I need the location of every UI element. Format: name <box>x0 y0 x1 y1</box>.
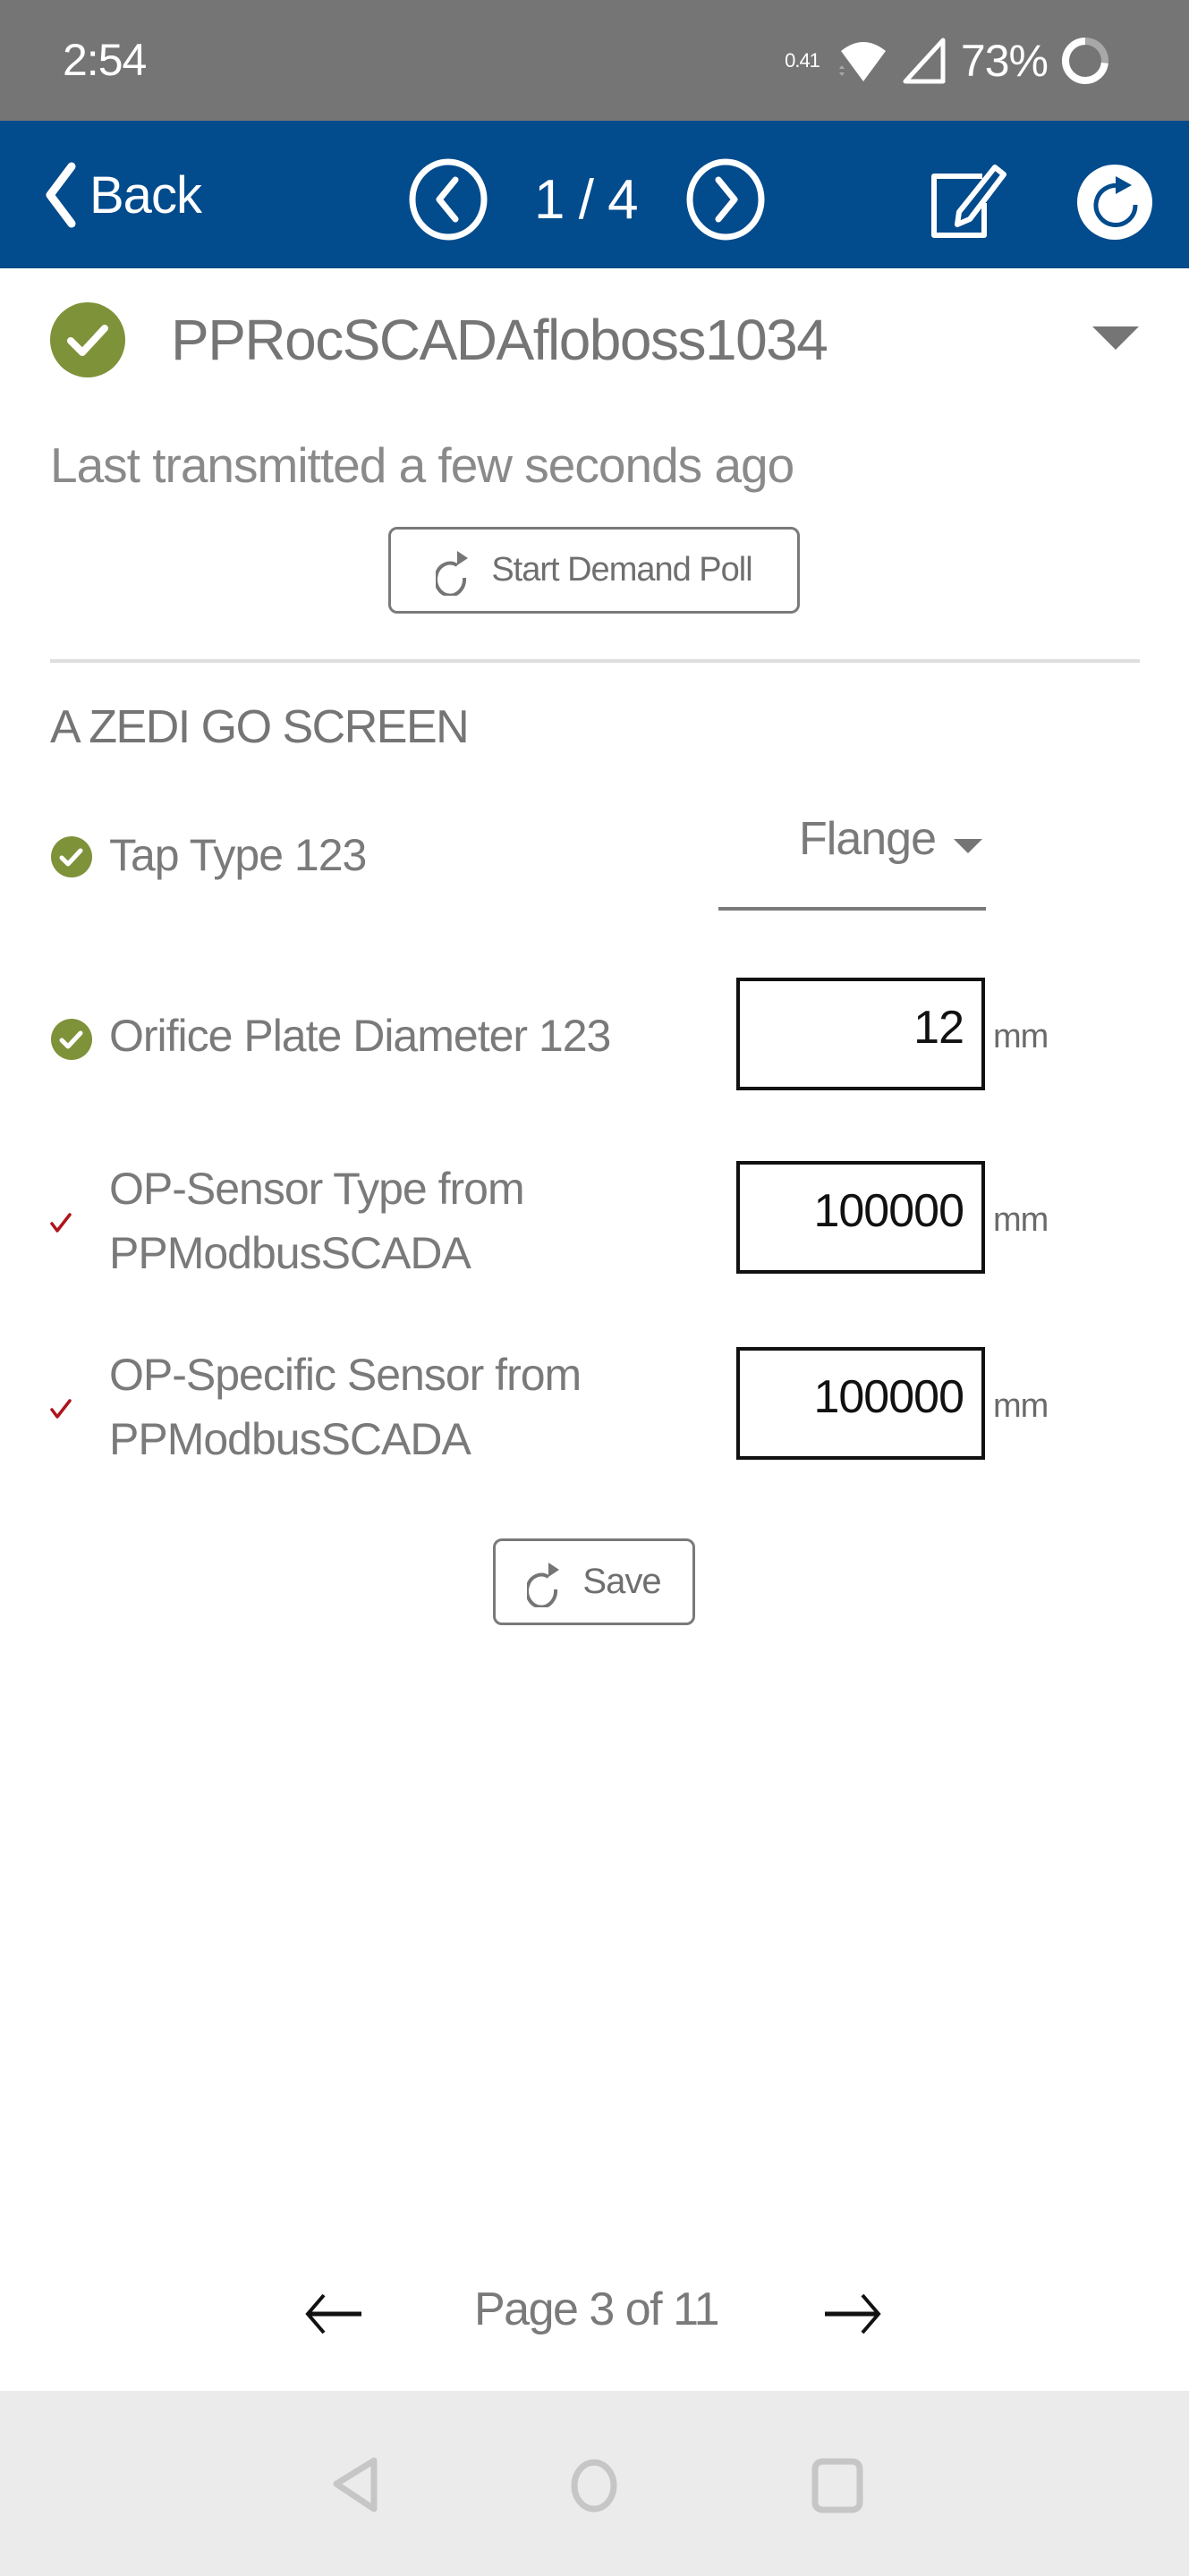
refresh-icon <box>1077 165 1152 240</box>
back-label: Back <box>89 165 202 225</box>
label-line-1: OP-Specific Sensor from <box>109 1350 582 1400</box>
chevron-down-icon <box>954 839 982 853</box>
status-time: 2:54 <box>63 35 147 85</box>
field-label-tap-type: Tap Type 123 <box>109 830 367 880</box>
unit-label: mm <box>993 1387 1049 1425</box>
refresh-icon <box>527 1562 560 1607</box>
battery-ring-icon <box>1062 38 1108 84</box>
arrow-right-icon[interactable] <box>821 2292 884 2336</box>
pending-check-icon <box>50 1213 72 1233</box>
back-button[interactable]: Back <box>43 157 202 233</box>
unit-label: mm <box>993 1018 1049 1055</box>
save-button[interactable]: Save <box>493 1538 695 1625</box>
refresh-icon <box>436 550 469 596</box>
save-label: Save <box>582 1562 661 1601</box>
nav-recents-icon[interactable] <box>811 2457 864 2514</box>
start-demand-poll-button[interactable]: Start Demand Poll <box>388 527 800 614</box>
record-pager: 1 / 4 <box>407 158 767 241</box>
app-header: Back 1 / 4 <box>0 121 1189 268</box>
field-label-op-specific-sensor: OP-Specific Sensor from PPModbusSCADA <box>109 1343 582 1471</box>
op-specific-sensor-input[interactable]: 100000 <box>736 1347 985 1460</box>
wifi-icon <box>838 42 886 81</box>
op-sensor-type-input[interactable]: 100000 <box>736 1161 985 1274</box>
page-navigation: Page 3 of 11 <box>0 2272 1189 2361</box>
android-navigation-bar <box>0 2391 1189 2576</box>
network-speed-value: 0.41 <box>785 49 820 72</box>
nav-back-icon[interactable] <box>327 2457 381 2514</box>
battery-percent: 73% <box>960 36 1049 86</box>
input-value: 100000 <box>813 1371 964 1423</box>
label-line-2: PPModbusSCADA <box>109 1414 471 1464</box>
page-indicator: Page 3 of 11 <box>474 2284 720 2335</box>
device-header[interactable]: PPRocSCADAfloboss1034 <box>49 300 1141 380</box>
chevron-left-icon <box>46 162 76 228</box>
orifice-plate-diameter-input[interactable]: 12 <box>736 978 985 1090</box>
status-bar: 2:54 0.41 KB/S 73% <box>0 0 1189 121</box>
divider <box>50 659 1140 663</box>
nav-home-icon[interactable] <box>567 2457 621 2514</box>
status-ok-icon <box>51 836 92 877</box>
label-line-1: OP-Sensor Type from <box>109 1164 525 1214</box>
tap-type-value: Flange <box>799 813 937 865</box>
pending-check-icon <box>50 1399 72 1419</box>
screen-title: A ZEDI GO SCREEN <box>50 701 470 753</box>
circle-prev-icon[interactable] <box>407 158 489 241</box>
device-name: PPRocSCADAfloboss1034 <box>171 308 828 372</box>
input-value: 12 <box>913 1002 964 1054</box>
status-ok-icon <box>50 302 125 377</box>
last-transmitted: Last transmitted a few seconds ago <box>50 437 794 493</box>
unit-label: mm <box>993 1201 1049 1239</box>
dropdown-caret-icon[interactable] <box>1091 325 1141 352</box>
input-value: 100000 <box>813 1185 964 1237</box>
refresh-button[interactable] <box>1076 164 1153 245</box>
status-icons: 0.41 KB/S 73% <box>785 32 1110 89</box>
cellular-signal-icon <box>903 38 946 84</box>
edit-icon <box>931 165 1006 238</box>
field-label-orifice-plate-diameter: Orifice Plate Diameter 123 <box>109 1011 611 1061</box>
record-count: 1 / 4 <box>534 168 639 231</box>
edit-button[interactable] <box>927 164 1007 245</box>
circle-next-icon[interactable] <box>684 158 767 241</box>
network-speed: 0.41 KB/S <box>785 49 820 72</box>
status-ok-icon <box>51 1019 92 1060</box>
field-label-op-sensor-type: OP-Sensor Type from PPModbusSCADA <box>109 1157 525 1285</box>
demand-poll-label: Start Demand Poll <box>491 551 752 589</box>
tap-type-select[interactable]: Flange <box>718 805 986 911</box>
label-line-2: PPModbusSCADA <box>109 1228 471 1278</box>
arrow-left-icon[interactable] <box>302 2292 365 2336</box>
